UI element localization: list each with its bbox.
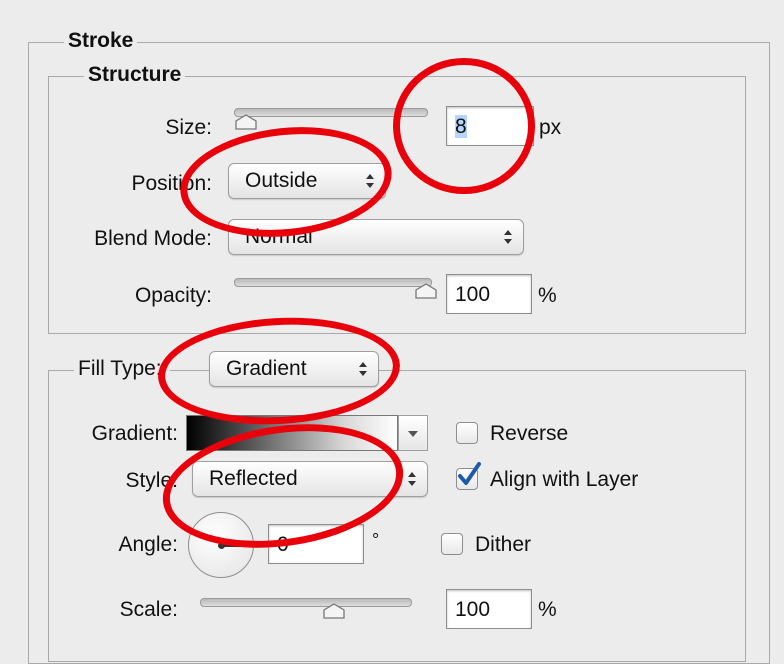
- fill-type-value: Gradient: [226, 357, 307, 380]
- angle-input[interactable]: 0: [268, 524, 364, 564]
- opacity-slider-track[interactable]: [234, 278, 432, 287]
- opacity-unit: %: [538, 284, 557, 307]
- angle-dial[interactable]: [188, 512, 254, 578]
- reverse-label: Reverse: [490, 422, 569, 445]
- scale-unit: %: [538, 598, 557, 621]
- style-select[interactable]: Reflected: [192, 461, 428, 497]
- scale-label: Scale:: [119, 598, 178, 621]
- scale-input[interactable]: 100: [446, 589, 532, 629]
- angle-dial-line: [221, 545, 253, 547]
- checkmark-icon: [458, 462, 481, 485]
- updown-arrows-icon: [504, 230, 512, 244]
- dither-checkbox[interactable]: [441, 533, 463, 555]
- structure-title: Structure: [84, 63, 186, 87]
- gradient-picker-button[interactable]: [398, 415, 428, 451]
- gradient-swatch[interactable]: [186, 415, 398, 451]
- align-with-layer-checkbox[interactable]: [456, 462, 481, 490]
- updown-arrows-icon: [366, 174, 374, 188]
- position-select[interactable]: Outside: [228, 163, 386, 199]
- align-with-layer-label: Align with Layer: [490, 468, 639, 491]
- style-value: Reflected: [209, 467, 298, 490]
- updown-arrows-icon: [408, 472, 416, 486]
- style-label: Style:: [125, 469, 178, 492]
- position-label: Position:: [131, 172, 212, 195]
- blend-mode-select[interactable]: Normal: [228, 219, 524, 255]
- gradient-label: Gradient:: [91, 422, 178, 445]
- reverse-checkbox[interactable]: [456, 422, 478, 444]
- position-value: Outside: [245, 169, 318, 192]
- fill-type-select[interactable]: Gradient: [209, 351, 379, 387]
- blend-mode-value: Normal: [245, 225, 313, 248]
- fill-type-label: Fill Type:: [74, 357, 170, 381]
- scale-slider-track[interactable]: [200, 598, 412, 607]
- updown-arrows-icon: [359, 362, 367, 376]
- stroke-title: Stroke: [64, 29, 138, 53]
- opacity-input[interactable]: 100: [446, 274, 532, 314]
- angle-unit: °: [372, 530, 380, 550]
- angle-label: Angle:: [118, 533, 178, 556]
- chevron-down-icon: [408, 431, 418, 437]
- size-input[interactable]: 8: [446, 106, 534, 146]
- size-unit: px: [539, 116, 562, 139]
- size-label: Size:: [165, 116, 212, 139]
- dither-label: Dither: [475, 533, 532, 556]
- angle-dial-center: [218, 542, 225, 549]
- opacity-label: Opacity:: [134, 284, 212, 307]
- blend-mode-label: Blend Mode:: [94, 227, 212, 250]
- size-slider-track[interactable]: [234, 108, 428, 117]
- size-value: 8: [455, 115, 467, 138]
